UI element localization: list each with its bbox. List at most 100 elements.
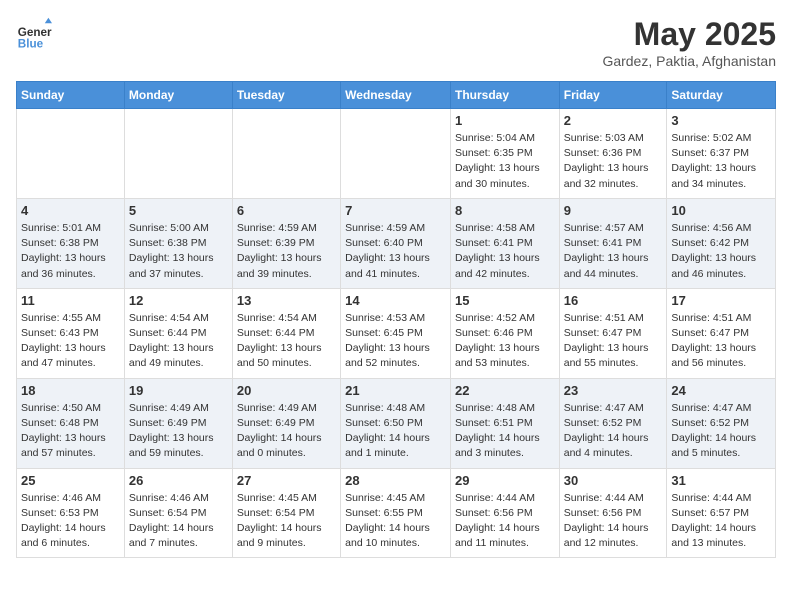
day-info: Sunrise: 4:48 AM Sunset: 6:50 PM Dayligh… xyxy=(345,401,446,462)
calendar-cell: 1 Sunrise: 5:04 AM Sunset: 6:35 PM Daylig… xyxy=(450,109,559,199)
calendar-title: May 2025 xyxy=(602,16,776,53)
calendar-cell: 9 Sunrise: 4:57 AM Sunset: 6:41 PM Daylig… xyxy=(559,198,667,288)
calendar-cell: 24 Sunrise: 4:47 AM Sunset: 6:52 PM Dayli… xyxy=(667,378,776,468)
header-sunday: Sunday xyxy=(17,82,125,109)
day-number: 13 xyxy=(237,293,336,308)
day-info: Sunrise: 4:47 AM Sunset: 6:52 PM Dayligh… xyxy=(671,401,771,462)
calendar-cell: 19 Sunrise: 4:49 AM Sunset: 6:49 PM Dayli… xyxy=(124,378,232,468)
calendar-cell xyxy=(124,109,232,199)
calendar-cell xyxy=(232,109,340,199)
calendar-week-row: 4Sunrise: 5:01 AM Sunset: 6:38 PM Daylig… xyxy=(17,198,776,288)
day-info: Sunrise: 4:57 AM Sunset: 6:41 PM Dayligh… xyxy=(564,221,663,282)
day-number: 5 xyxy=(129,203,228,218)
day-number: 31 xyxy=(671,473,771,488)
page-header: General Blue General Blue May 2025 Garde… xyxy=(16,16,776,69)
day-info: Sunrise: 5:04 AM Sunset: 6:35 PM Dayligh… xyxy=(455,131,555,192)
day-info: Sunrise: 4:53 AM Sunset: 6:45 PM Dayligh… xyxy=(345,311,446,372)
day-number: 30 xyxy=(564,473,663,488)
calendar-week-row: 25Sunrise: 4:46 AM Sunset: 6:53 PM Dayli… xyxy=(17,468,776,558)
header-saturday: Saturday xyxy=(667,82,776,109)
calendar-cell: 26 Sunrise: 4:46 AM Sunset: 6:54 PM Dayli… xyxy=(124,468,232,558)
calendar-cell xyxy=(341,109,451,199)
day-number: 21 xyxy=(345,383,446,398)
day-info: Sunrise: 4:59 AM Sunset: 6:39 PM Dayligh… xyxy=(237,221,336,282)
day-number: 25 xyxy=(21,473,120,488)
day-info: Sunrise: 4:51 AM Sunset: 6:47 PM Dayligh… xyxy=(671,311,771,372)
day-info: Sunrise: 4:50 AM Sunset: 6:48 PM Dayligh… xyxy=(21,401,120,462)
calendar-cell: 27 Sunrise: 4:45 AM Sunset: 6:54 PM Dayli… xyxy=(232,468,340,558)
calendar-cell: 13 Sunrise: 4:54 AM Sunset: 6:44 PM Dayli… xyxy=(232,288,340,378)
day-info: Sunrise: 4:49 AM Sunset: 6:49 PM Dayligh… xyxy=(129,401,228,462)
calendar-cell: 4Sunrise: 5:01 AM Sunset: 6:38 PM Daylig… xyxy=(17,198,125,288)
calendar-cell: 23Sunrise: 4:47 AM Sunset: 6:52 PM Dayli… xyxy=(559,378,667,468)
day-number: 19 xyxy=(129,383,228,398)
day-info: Sunrise: 4:55 AM Sunset: 6:43 PM Dayligh… xyxy=(21,311,120,372)
calendar-cell: 30Sunrise: 4:44 AM Sunset: 6:56 PM Dayli… xyxy=(559,468,667,558)
header-monday: Monday xyxy=(124,82,232,109)
header-thursday: Thursday xyxy=(450,82,559,109)
day-info: Sunrise: 4:45 AM Sunset: 6:54 PM Dayligh… xyxy=(237,491,336,552)
day-number: 2 xyxy=(564,113,663,128)
day-number: 12 xyxy=(129,293,228,308)
day-number: 10 xyxy=(671,203,771,218)
calendar-cell: 29Sunrise: 4:44 AM Sunset: 6:56 PM Dayli… xyxy=(450,468,559,558)
day-number: 18 xyxy=(21,383,120,398)
day-info: Sunrise: 4:44 AM Sunset: 6:56 PM Dayligh… xyxy=(455,491,555,552)
calendar-cell: 21 Sunrise: 4:48 AM Sunset: 6:50 PM Dayli… xyxy=(341,378,451,468)
day-number: 17 xyxy=(671,293,771,308)
day-info: Sunrise: 4:45 AM Sunset: 6:55 PM Dayligh… xyxy=(345,491,446,552)
day-number: 24 xyxy=(671,383,771,398)
calendar-cell: 25Sunrise: 4:46 AM Sunset: 6:53 PM Dayli… xyxy=(17,468,125,558)
calendar-cell: 28 Sunrise: 4:45 AM Sunset: 6:55 PM Dayli… xyxy=(341,468,451,558)
day-info: Sunrise: 5:02 AM Sunset: 6:37 PM Dayligh… xyxy=(671,131,771,192)
day-number: 28 xyxy=(345,473,446,488)
calendar-cell: 16 Sunrise: 4:51 AM Sunset: 6:47 PM Dayli… xyxy=(559,288,667,378)
day-info: Sunrise: 4:48 AM Sunset: 6:51 PM Dayligh… xyxy=(455,401,555,462)
day-info: Sunrise: 4:46 AM Sunset: 6:54 PM Dayligh… xyxy=(129,491,228,552)
day-number: 3 xyxy=(671,113,771,128)
calendar-cell: 7Sunrise: 4:59 AM Sunset: 6:40 PM Daylig… xyxy=(341,198,451,288)
day-number: 14 xyxy=(345,293,446,308)
day-number: 22 xyxy=(455,383,555,398)
day-info: Sunrise: 4:51 AM Sunset: 6:47 PM Dayligh… xyxy=(564,311,663,372)
calendar-cell: 15Sunrise: 4:52 AM Sunset: 6:46 PM Dayli… xyxy=(450,288,559,378)
day-number: 4 xyxy=(21,203,120,218)
calendar-cell: 12 Sunrise: 4:54 AM Sunset: 6:44 PM Dayli… xyxy=(124,288,232,378)
day-info: Sunrise: 4:49 AM Sunset: 6:49 PM Dayligh… xyxy=(237,401,336,462)
calendar-cell: 11 Sunrise: 4:55 AM Sunset: 6:43 PM Dayli… xyxy=(17,288,125,378)
day-number: 26 xyxy=(129,473,228,488)
header-friday: Friday xyxy=(559,82,667,109)
calendar-cell: 5 Sunrise: 5:00 AM Sunset: 6:38 PM Daylig… xyxy=(124,198,232,288)
calendar-cell: 18 Sunrise: 4:50 AM Sunset: 6:48 PM Dayli… xyxy=(17,378,125,468)
day-number: 9 xyxy=(564,203,663,218)
day-number: 27 xyxy=(237,473,336,488)
day-number: 1 xyxy=(455,113,555,128)
day-number: 11 xyxy=(21,293,120,308)
day-info: Sunrise: 4:54 AM Sunset: 6:44 PM Dayligh… xyxy=(237,311,336,372)
calendar-week-row: 1 Sunrise: 5:04 AM Sunset: 6:35 PM Daylig… xyxy=(17,109,776,199)
day-number: 20 xyxy=(237,383,336,398)
calendar-cell xyxy=(17,109,125,199)
calendar-table: SundayMondayTuesdayWednesdayThursdayFrid… xyxy=(16,81,776,558)
calendar-cell: 20 Sunrise: 4:49 AM Sunset: 6:49 PM Dayli… xyxy=(232,378,340,468)
day-number: 8 xyxy=(455,203,555,218)
day-number: 16 xyxy=(564,293,663,308)
day-info: Sunrise: 4:59 AM Sunset: 6:40 PM Dayligh… xyxy=(345,221,446,282)
logo-icon: General Blue xyxy=(16,16,52,52)
day-info: Sunrise: 4:58 AM Sunset: 6:41 PM Dayligh… xyxy=(455,221,555,282)
calendar-week-row: 11 Sunrise: 4:55 AM Sunset: 6:43 PM Dayli… xyxy=(17,288,776,378)
day-info: Sunrise: 4:52 AM Sunset: 6:46 PM Dayligh… xyxy=(455,311,555,372)
calendar-header-row: SundayMondayTuesdayWednesdayThursdayFrid… xyxy=(17,82,776,109)
calendar-cell: 3 Sunrise: 5:02 AM Sunset: 6:37 PM Daylig… xyxy=(667,109,776,199)
calendar-week-row: 18 Sunrise: 4:50 AM Sunset: 6:48 PM Dayli… xyxy=(17,378,776,468)
calendar-cell: 22 Sunrise: 4:48 AM Sunset: 6:51 PM Dayli… xyxy=(450,378,559,468)
day-info: Sunrise: 4:54 AM Sunset: 6:44 PM Dayligh… xyxy=(129,311,228,372)
header-wednesday: Wednesday xyxy=(341,82,451,109)
logo: General Blue General Blue xyxy=(16,16,52,52)
calendar-cell: 14 Sunrise: 4:53 AM Sunset: 6:45 PM Dayli… xyxy=(341,288,451,378)
day-number: 6 xyxy=(237,203,336,218)
day-info: Sunrise: 4:47 AM Sunset: 6:52 PM Dayligh… xyxy=(564,401,663,462)
day-info: Sunrise: 5:00 AM Sunset: 6:38 PM Dayligh… xyxy=(129,221,228,282)
calendar-cell: 2Sunrise: 5:03 AM Sunset: 6:36 PM Daylig… xyxy=(559,109,667,199)
calendar-cell: 31Sunrise: 4:44 AM Sunset: 6:57 PM Dayli… xyxy=(667,468,776,558)
